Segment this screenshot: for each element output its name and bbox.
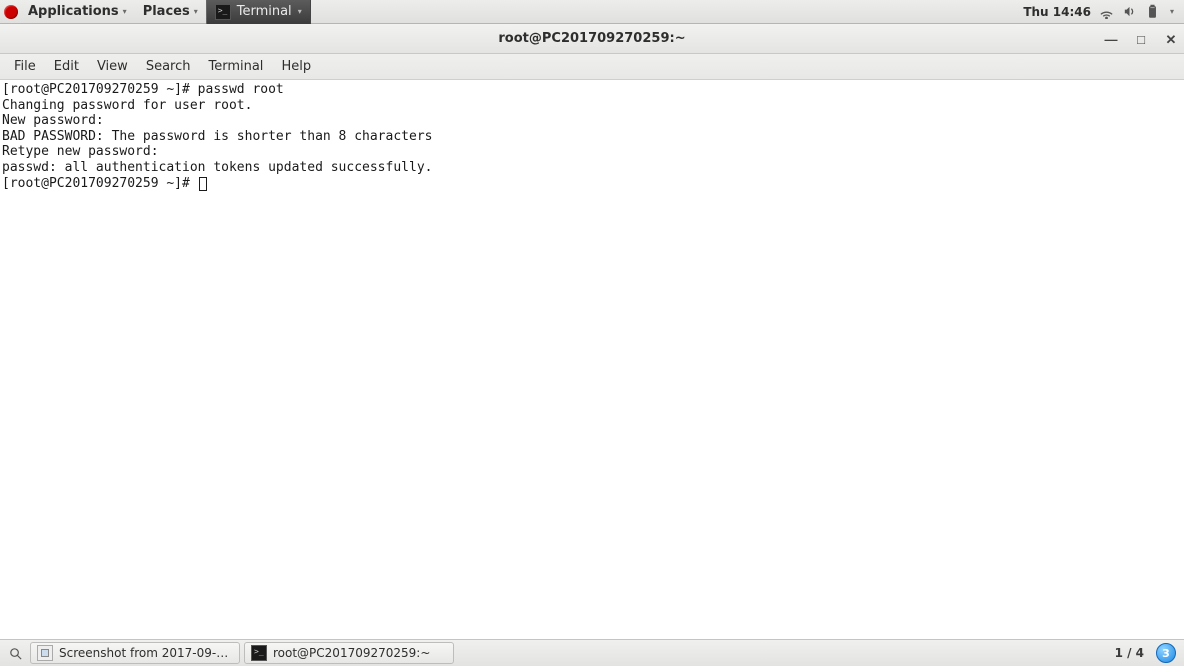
menubar: File Edit View Search Terminal Help xyxy=(0,54,1184,80)
menu-file[interactable]: File xyxy=(6,57,44,76)
terminal-icon xyxy=(215,4,231,20)
active-app-label: Terminal xyxy=(237,4,292,19)
window-title: root@PC201709270259:~ xyxy=(498,31,685,46)
terminal-body[interactable]: [root@PC201709270259 ~]# passwd root Cha… xyxy=(0,80,1184,639)
taskbar-item-screenshot[interactable]: Screenshot from 2017-09-26 1... xyxy=(30,642,240,664)
terminal-line: [root@PC201709270259 ~]# passwd root xyxy=(2,82,284,97)
terminal-icon xyxy=(251,645,267,661)
taskbar-item-label: Screenshot from 2017-09-26 1... xyxy=(59,646,233,660)
terminal-line: BAD PASSWORD: The password is shorter th… xyxy=(2,129,432,144)
applications-menu-label: Applications xyxy=(28,4,119,19)
image-icon xyxy=(37,645,53,661)
network-icon[interactable] xyxy=(1099,4,1114,19)
terminal-line: Retype new password: xyxy=(2,144,166,159)
workspace-indicator[interactable]: 1 / 4 xyxy=(1107,646,1152,660)
show-desktop-button[interactable] xyxy=(4,642,26,664)
terminal-line: passwd: all authentication tokens update… xyxy=(2,160,432,175)
places-menu[interactable]: Places ▾ xyxy=(139,4,202,19)
close-button[interactable]: ✕ xyxy=(1164,33,1178,46)
maximize-button[interactable]: □ xyxy=(1134,33,1148,46)
chevron-down-icon[interactable]: ▾ xyxy=(1170,7,1174,16)
menu-view[interactable]: View xyxy=(89,57,136,76)
window-titlebar[interactable]: root@PC201709270259:~ — □ ✕ xyxy=(0,24,1184,54)
chevron-down-icon: ▾ xyxy=(123,7,127,16)
notification-badge[interactable]: 3 xyxy=(1156,643,1176,663)
taskbar-item-label: root@PC201709270259:~ xyxy=(273,646,430,660)
menu-terminal[interactable]: Terminal xyxy=(200,57,271,76)
active-app-tab[interactable]: Terminal ▾ xyxy=(206,0,311,24)
applications-menu[interactable]: Applications ▾ xyxy=(24,4,131,19)
clock[interactable]: Thu 14:46 xyxy=(1023,5,1091,19)
chevron-down-icon: ▾ xyxy=(194,7,198,16)
top-panel: Applications ▾ Places ▾ Terminal ▾ Thu 1… xyxy=(0,0,1184,24)
menu-search[interactable]: Search xyxy=(138,57,199,76)
terminal-window: root@PC201709270259:~ — □ ✕ File Edit Vi… xyxy=(0,24,1184,639)
terminal-prompt: [root@PC201709270259 ~]# xyxy=(2,176,198,191)
menu-edit[interactable]: Edit xyxy=(46,57,87,76)
terminal-line: Changing password for user root. xyxy=(2,98,252,113)
menu-help[interactable]: Help xyxy=(273,57,319,76)
chevron-down-icon: ▾ xyxy=(298,7,302,16)
terminal-line: New password: xyxy=(2,113,112,128)
taskbar-item-terminal[interactable]: root@PC201709270259:~ xyxy=(244,642,454,664)
minimize-button[interactable]: — xyxy=(1104,33,1118,46)
volume-icon[interactable] xyxy=(1122,4,1137,19)
battery-icon[interactable] xyxy=(1145,4,1160,19)
task-bar: Screenshot from 2017-09-26 1... root@PC2… xyxy=(0,639,1184,666)
places-menu-label: Places xyxy=(143,4,190,19)
distro-logo-icon xyxy=(4,5,18,19)
cursor xyxy=(199,177,207,191)
